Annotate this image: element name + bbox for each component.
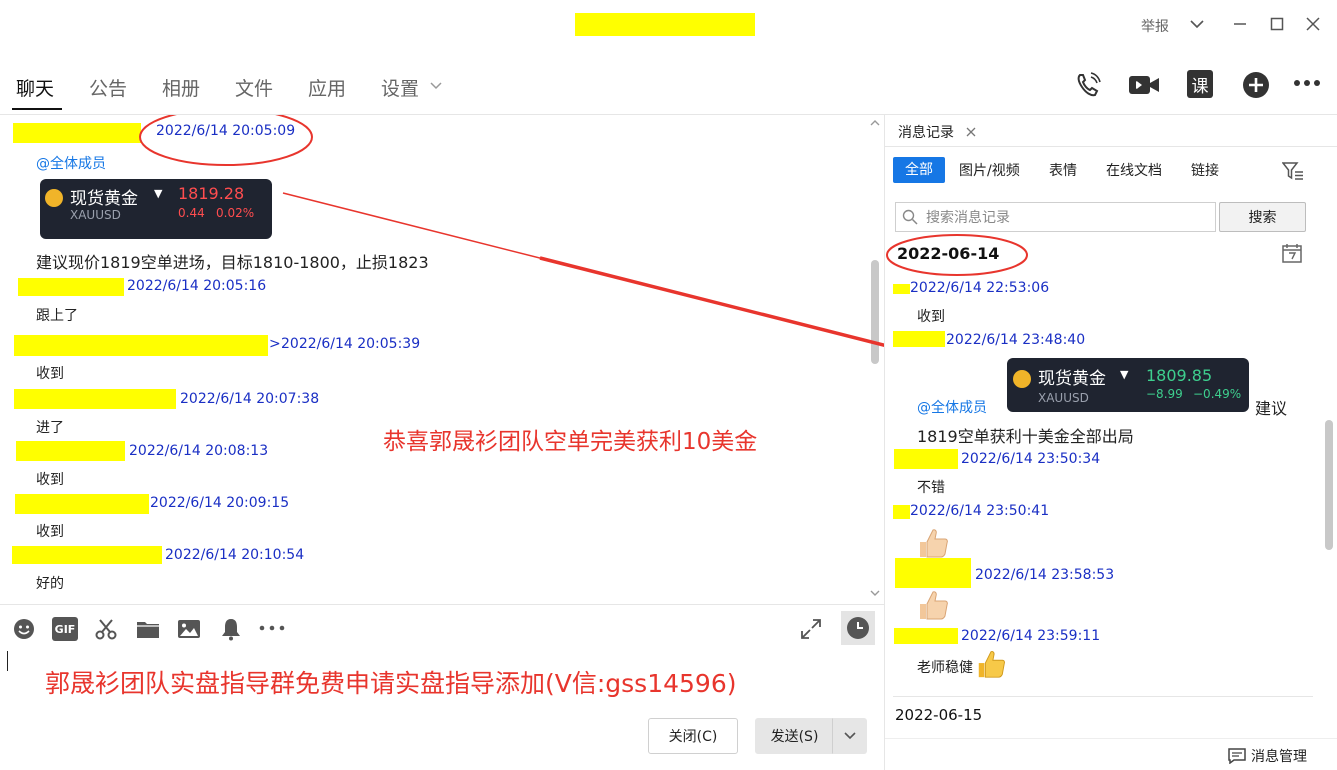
more-tools-icon[interactable]: [258, 621, 286, 635]
filter-docs[interactable]: 在线文档: [1106, 160, 1162, 182]
thumbs-up-icon: [975, 648, 1007, 680]
history-footer-divider: [885, 738, 1337, 739]
history-search-button[interactable]: 搜索: [1219, 202, 1306, 232]
filter-all[interactable]: 全部: [893, 157, 945, 183]
card-price: 1809.85: [1146, 366, 1213, 385]
history-scrollbar-thumb[interactable]: [1325, 420, 1333, 550]
filter-stickers[interactable]: 表情: [1049, 160, 1077, 182]
close-history-icon[interactable]: [963, 124, 979, 140]
send-options-button[interactable]: [832, 718, 867, 754]
filter-icon[interactable]: [1281, 160, 1305, 182]
chevron-down-icon: [843, 732, 856, 740]
sender-redacted: [893, 284, 910, 294]
sender-redacted: [893, 505, 910, 519]
gif-icon[interactable]: GIF: [52, 617, 78, 641]
sender-redacted: [893, 331, 945, 347]
thumbs-up-icon: [916, 526, 950, 560]
history-time: 2022/6/14 23:59:11: [961, 628, 1101, 644]
history-clock-icon[interactable]: [841, 611, 875, 645]
message-manage-button[interactable]: 消息管理: [1228, 746, 1307, 766]
history-time: 2022/6/14 23:58:53: [975, 567, 1115, 583]
composer-text: 郭晟衫团队实盘指导群免费申请实盘指导添加(V信:gss14596): [45, 669, 737, 698]
filter-media[interactable]: 图片/视频: [959, 160, 1020, 182]
filter-links[interactable]: 链接: [1191, 160, 1219, 182]
calendar-icon[interactable]: [1281, 242, 1303, 264]
history-divider: [885, 146, 1337, 147]
emoji-icon[interactable]: [12, 617, 36, 641]
gold-coin-icon: [1013, 370, 1031, 388]
chat-bubble-icon: [1228, 748, 1246, 764]
composer-divider: [0, 604, 884, 605]
image-icon[interactable]: [176, 617, 202, 641]
message-input[interactable]: 郭晟衫团队实盘指导群免费申请实盘指导添加(V信:gss14596): [0, 646, 884, 716]
gold-price-card[interactable]: 现货黄金 ▼ XAUUSD 1809.85 −8.99 −0.49%: [1007, 358, 1249, 412]
history-time: 2022/6/14 23:50:34: [961, 451, 1101, 467]
history-text: 不错: [917, 480, 945, 496]
message-manage-label: 消息管理: [1251, 749, 1307, 765]
mention-all[interactable]: @全体成员: [917, 397, 987, 417]
date-divider: [893, 696, 1313, 697]
history-text: 老师稳健: [917, 660, 973, 676]
history-search-field[interactable]: 搜索消息记录: [895, 202, 1216, 232]
card-symbol: XAUUSD: [1038, 391, 1089, 405]
history-tab-title[interactable]: 消息记录: [898, 122, 954, 142]
history-text: 建议: [1255, 399, 1288, 418]
history-time: 2022/6/14 23:50:41: [910, 503, 1050, 519]
history-text: 1819空单获利十美金全部出局: [917, 427, 1134, 446]
history-text: 收到: [917, 309, 945, 325]
card-change: −8.99: [1146, 387, 1183, 401]
folder-icon[interactable]: [135, 617, 161, 641]
sender-redacted: [895, 558, 971, 588]
card-change-pct: −0.49%: [1193, 387, 1242, 401]
card-name: 现货黄金: [1038, 369, 1106, 389]
search-icon: [902, 209, 918, 225]
red-circle-annotation: [886, 234, 1028, 276]
history-time: 2022/6/14 22:53:06: [910, 280, 1050, 296]
thumbs-up-icon: [916, 588, 950, 622]
bell-icon[interactable]: [219, 616, 243, 642]
sender-redacted: [894, 449, 958, 469]
sender-redacted: [894, 628, 958, 644]
scissors-icon[interactable]: [94, 617, 118, 641]
send-button[interactable]: 发送(S): [755, 718, 834, 754]
expand-icon[interactable]: [798, 617, 824, 641]
search-placeholder: 搜索消息记录: [926, 210, 1010, 226]
close-chat-button[interactable]: 关闭(C): [648, 718, 738, 754]
history-time: 2022/6/14 23:48:40: [946, 332, 1086, 348]
history-date: 2022-06-15: [895, 706, 983, 724]
card-dropdown-icon: ▼: [1120, 368, 1129, 381]
